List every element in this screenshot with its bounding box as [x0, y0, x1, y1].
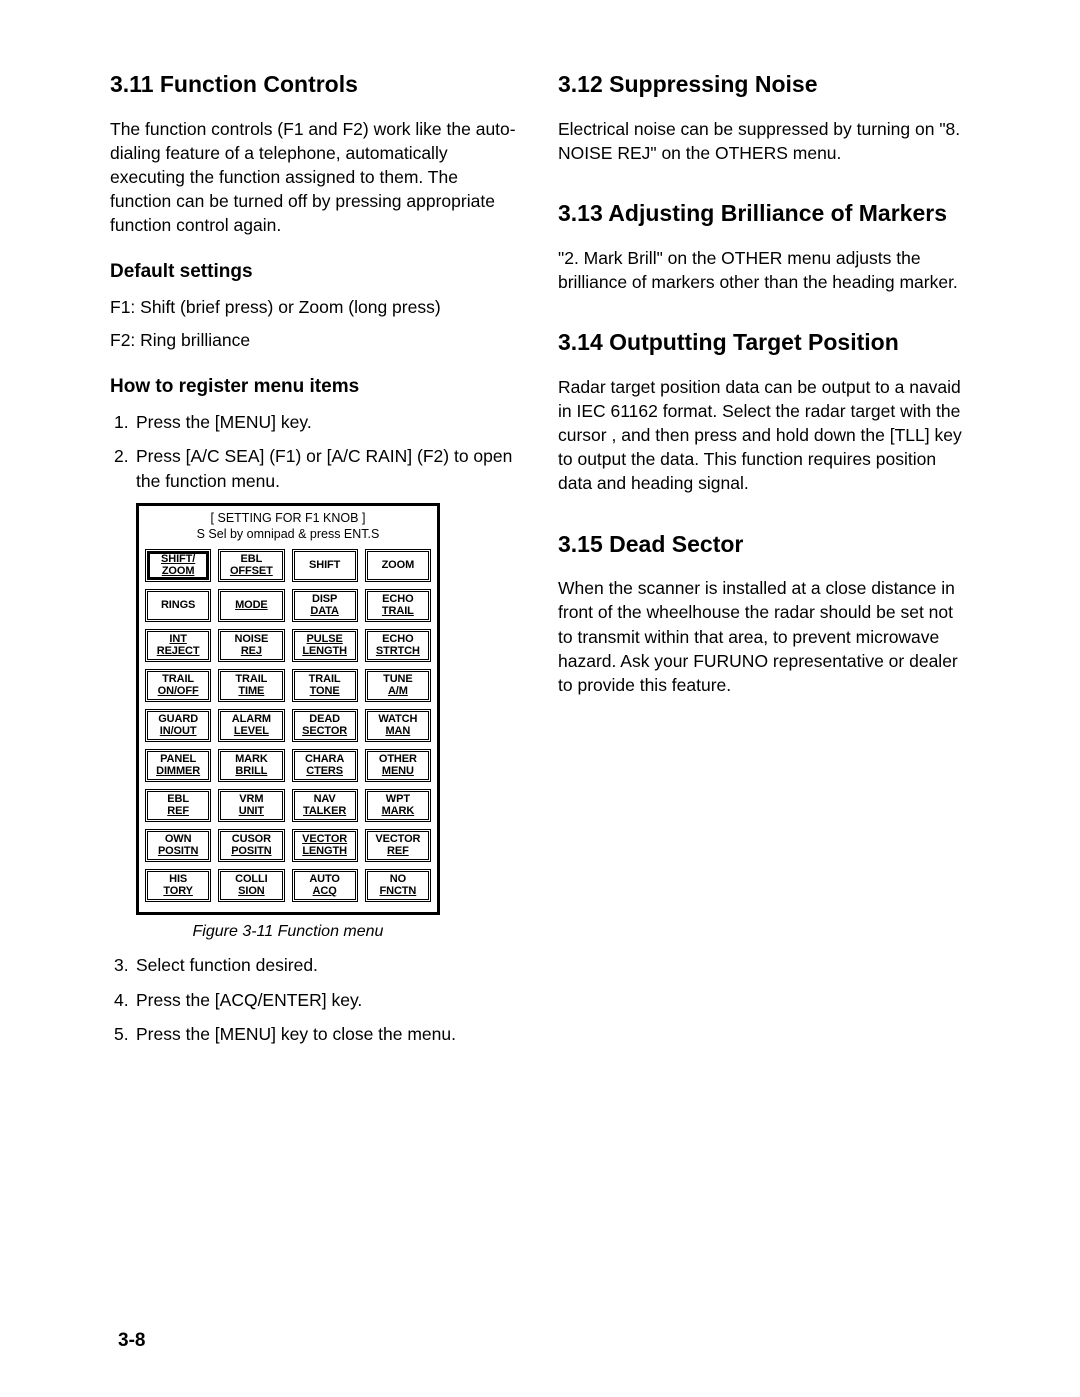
heading-3-12: 3.12 Suppressing Noise: [558, 70, 970, 99]
list-item: 3.Select function desired.: [110, 953, 522, 978]
figure-caption-3-11: Figure 3-11 Function menu: [136, 923, 440, 941]
function-menu-button[interactable]: ZOOM: [365, 549, 431, 582]
function-menu-button[interactable]: TRAILTIME: [218, 669, 284, 702]
function-menu-button[interactable]: MODE: [218, 589, 284, 622]
function-menu-button[interactable]: SHIFT: [292, 549, 358, 582]
register-steps-top: 1.Press the [MENU] key. 2.Press [A/C SEA]…: [110, 410, 522, 494]
function-menu-button[interactable]: COLLISION: [218, 869, 284, 902]
default-f1: F1: Shift (brief press) or Zoom (long pr…: [110, 295, 522, 319]
function-menu-button[interactable]: VECTORLENGTH: [292, 829, 358, 862]
function-menu-button[interactable]: HISTORY: [145, 869, 211, 902]
function-menu-button[interactable]: WATCHMAN: [365, 709, 431, 742]
function-menu-button[interactable]: OWNPOSITN: [145, 829, 211, 862]
list-item: 5.Press the [MENU] key to close the menu…: [110, 1022, 522, 1047]
left-column: 3.11 Function Controls The function cont…: [110, 70, 522, 1057]
function-menu-button[interactable]: TRAILON/OFF: [145, 669, 211, 702]
paragraph-3-14: Radar target position data can be output…: [558, 375, 970, 496]
list-item: 2.Press [A/C SEA] (F1) or [A/C RAIN] (F2…: [110, 444, 522, 493]
function-menu-button[interactable]: INTREJECT: [145, 629, 211, 662]
default-f2: F2: Ring brilliance: [110, 328, 522, 352]
heading-3-13: 3.13 Adjusting Brilliance of Markers: [558, 199, 970, 228]
function-menu-button[interactable]: NOISEREJ: [218, 629, 284, 662]
function-menu-button[interactable]: TRAILTONE: [292, 669, 358, 702]
function-menu-button[interactable]: EBLOFFSET: [218, 549, 284, 582]
function-menu-button[interactable]: CUSORPOSITN: [218, 829, 284, 862]
function-menu-button[interactable]: TUNEA/M: [365, 669, 431, 702]
function-menu-button[interactable]: PULSELENGTH: [292, 629, 358, 662]
function-menu-button[interactable]: CHARACTERS: [292, 749, 358, 782]
function-menu-button[interactable]: ECHOSTRTCH: [365, 629, 431, 662]
heading-3-15: 3.15 Dead Sector: [558, 530, 970, 559]
page-number: 3-8: [118, 1330, 145, 1352]
function-menu-button[interactable]: DEADSECTOR: [292, 709, 358, 742]
function-menu-button[interactable]: VECTORREF: [365, 829, 431, 862]
heading-default-settings: Default settings: [110, 261, 522, 283]
paragraph-3-15: When the scanner is installed at a close…: [558, 576, 970, 697]
function-menu-button[interactable]: SHIFT/ZOOM: [145, 549, 211, 582]
function-menu-button[interactable]: NOFNCTN: [365, 869, 431, 902]
function-button-grid: SHIFT/ZOOMEBLOFFSETSHIFTZOOM RINGSMODEDIS…: [145, 549, 431, 902]
list-item: 1.Press the [MENU] key.: [110, 410, 522, 435]
function-menu-button[interactable]: OTHERMENU: [365, 749, 431, 782]
function-menu-button[interactable]: MARKBRILL: [218, 749, 284, 782]
function-menu-button[interactable]: WPTMARK: [365, 789, 431, 822]
function-menu-box: [ SETTING FOR F1 KNOB ] S Sel by omnipad…: [136, 503, 440, 915]
function-menu-button[interactable]: ALARMLEVEL: [218, 709, 284, 742]
function-menu-button[interactable]: GUARDIN/OUT: [145, 709, 211, 742]
paragraph-3-12: Electrical noise can be suppressed by tu…: [558, 117, 970, 165]
right-column: 3.12 Suppressing Noise Electrical noise …: [558, 70, 970, 1057]
register-steps-bottom: 3.Select function desired. 4.Press the [A…: [110, 953, 522, 1047]
function-menu-button[interactable]: EBLREF: [145, 789, 211, 822]
function-menu-button[interactable]: RINGS: [145, 589, 211, 622]
function-menu-button[interactable]: ECHOTRAIL: [365, 589, 431, 622]
function-menu-button[interactable]: NAVTALKER: [292, 789, 358, 822]
function-menu-button[interactable]: AUTOACQ: [292, 869, 358, 902]
menu-box-title: [ SETTING FOR F1 KNOB ] S Sel by omnipad…: [145, 511, 431, 542]
function-menu-button[interactable]: DISPDATA: [292, 589, 358, 622]
heading-3-14: 3.14 Outputting Target Position: [558, 328, 970, 357]
function-menu-button[interactable]: VRMUNIT: [218, 789, 284, 822]
list-item: 4.Press the [ACQ/ENTER] key.: [110, 988, 522, 1013]
paragraph-3-13: "2. Mark Brill" on the OTHER menu adjust…: [558, 246, 970, 294]
heading-3-11: 3.11 Function Controls: [110, 70, 522, 99]
paragraph-3-11: The function controls (F1 and F2) work l…: [110, 117, 522, 238]
heading-register-menu: How to register menu items: [110, 376, 522, 398]
function-menu-button[interactable]: PANELDIMMER: [145, 749, 211, 782]
